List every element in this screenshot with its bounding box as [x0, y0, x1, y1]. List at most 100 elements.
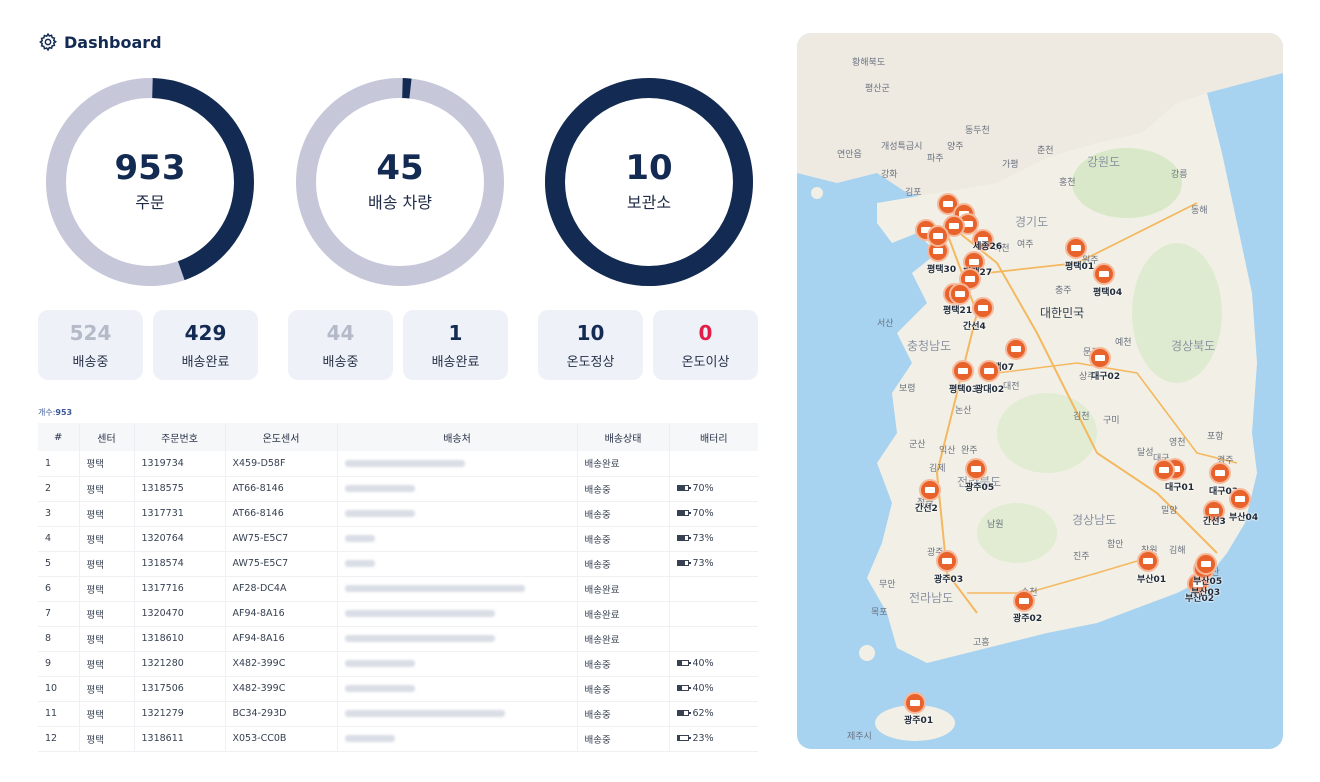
column-header-center[interactable]: 센터 — [78, 423, 134, 451]
column-header-destination[interactable]: 배송처 — [336, 423, 577, 451]
map-city-label: 김포 — [905, 188, 922, 198]
delivery-vehicle-marker[interactable] — [1089, 347, 1111, 369]
map-city-label: 논산 — [955, 406, 972, 416]
delivery-status-cell: 배송중 — [576, 526, 669, 552]
storage-count: 10 — [625, 148, 673, 189]
temp-normal-card[interactable]: 10 온도정상 — [538, 310, 643, 380]
delivery-vehicle-marker[interactable] — [1229, 488, 1251, 510]
vehicles-in-delivery-card[interactable]: 44 배송중 — [288, 310, 393, 380]
delivery-vehicle-marker[interactable] — [1013, 590, 1035, 612]
map-city-label: 강화 — [881, 170, 898, 180]
destination-cell — [336, 601, 577, 627]
temp-abnormal-card[interactable]: 0 온도이상 — [653, 310, 758, 380]
battery-percent: 70% — [692, 507, 714, 519]
delivery-status-cell: 배송중 — [576, 651, 669, 677]
delivery-vehicle-marker[interactable] — [1005, 338, 1027, 360]
delivery-vehicle-marker[interactable] — [904, 692, 926, 714]
delivery-status-cell: 배송중 — [576, 726, 669, 752]
column-header-status[interactable]: 배송상태 — [576, 423, 669, 451]
table-row[interactable]: 12 평택 1318611 X053-CC0B 배송중 23% — [38, 726, 758, 752]
map-city-label: 포항 — [1207, 432, 1224, 442]
battery-icon — [676, 510, 691, 517]
order-number-cell: 1318575 — [133, 476, 225, 502]
redacted-address — [344, 585, 525, 592]
delivery-vehicle-marker[interactable] — [1195, 553, 1217, 575]
redacted-address — [344, 710, 505, 717]
record-count: 개수:953 — [38, 407, 72, 418]
orders-in-delivery-card[interactable]: 524 배송중 — [38, 310, 143, 380]
delivery-vehicle-marker[interactable] — [1093, 263, 1115, 285]
table-row[interactable]: 1 평택 1319734 X459-D58F 배송완료 — [38, 451, 758, 477]
order-number-cell: 1317716 — [133, 576, 225, 602]
vehicles-delivered-card[interactable]: 1 배송완료 — [403, 310, 508, 380]
battery-indicator: 70% — [676, 507, 714, 519]
delivery-vehicle-marker[interactable] — [919, 479, 941, 501]
dashboard-header: Dashboard — [38, 32, 162, 52]
map-city-label: 예천 — [1115, 338, 1132, 348]
temperature-sensor-cell: AF94-8A16 — [224, 626, 337, 652]
table-row[interactable]: 6 평택 1317716 AF28-DC4A 배송완료 — [38, 576, 758, 602]
column-header-no[interactable]: # — [38, 423, 79, 451]
marker-label: 평택21 — [943, 306, 973, 316]
center-cell: 평택 — [78, 726, 134, 752]
table-row[interactable]: 7 평택 1320470 AF94-8A16 배송완료 — [38, 601, 758, 627]
delivery-vehicle-marker[interactable] — [1209, 462, 1231, 484]
orders-delivered-card[interactable]: 429 배송완료 — [153, 310, 258, 380]
order-number-cell: 1320764 — [133, 526, 225, 552]
map-city-label: 무안 — [879, 580, 896, 590]
vehicles-donut: 45 배송 차량 — [294, 76, 506, 288]
delivery-vehicle-marker[interactable] — [972, 297, 994, 319]
table-row[interactable]: 4 평택 1320764 AW75-E5C7 배송중 73% — [38, 526, 758, 552]
map-city-label: 동해 — [1191, 206, 1208, 216]
delivery-vehicle-marker[interactable] — [927, 225, 949, 247]
column-header-order[interactable]: 주문번호 — [133, 423, 225, 451]
delivery-status-cell: 배송중 — [576, 501, 669, 527]
temp-normal-label: 온도정상 — [566, 354, 615, 370]
map-city-label: 동두천 — [965, 126, 990, 136]
table-row[interactable]: 11 평택 1321279 BC34-293D 배송중 62% — [38, 701, 758, 727]
redacted-address — [344, 735, 395, 742]
table-row[interactable]: 8 평택 1318610 AF94-8A16 배송완료 — [38, 626, 758, 652]
table-row[interactable]: 9 평택 1321280 X482-399C 배송중 40% — [38, 651, 758, 677]
center-cell: 평택 — [78, 701, 134, 727]
battery-cell: 62% — [668, 701, 758, 727]
delivery-vehicle-marker[interactable] — [1137, 550, 1159, 572]
orders-label: 주문 — [135, 192, 165, 212]
battery-cell: 70% — [668, 476, 758, 502]
delivery-vehicle-marker[interactable] — [936, 550, 958, 572]
orders-delivered-label: 배송완료 — [181, 354, 230, 370]
table-row[interactable]: 10 평택 1317506 X482-399C 배송중 40% — [38, 676, 758, 702]
destination-cell — [336, 726, 577, 752]
redacted-address — [344, 610, 495, 617]
order-number-cell: 1317506 — [133, 676, 225, 702]
column-header-battery[interactable]: 배터리 — [668, 423, 758, 451]
destination-cell — [336, 576, 577, 602]
table-row[interactable]: 2 평택 1318575 AT66-8146 배송중 70% — [38, 476, 758, 502]
delivery-vehicle-marker[interactable] — [978, 360, 1000, 382]
battery-indicator: 40% — [676, 683, 714, 694]
delivery-vehicle-marker[interactable] — [949, 283, 971, 305]
map-city-label: 익산 — [939, 446, 956, 456]
battery-percent: 73% — [692, 557, 714, 569]
destination-cell — [336, 476, 577, 502]
marker-label: 간선3 — [1203, 517, 1226, 527]
table-row[interactable]: 5 평택 1318574 AW75-E5C7 배송중 73% — [38, 551, 758, 577]
delivery-map[interactable]: 황해북도 평산군 강원도 경기도 대한민국 충청남도 경상북도 경상남도 전라남… — [797, 33, 1283, 749]
delivery-vehicle-marker[interactable] — [965, 458, 987, 480]
marker-label: 간선2 — [915, 504, 938, 514]
delivery-vehicle-marker[interactable] — [1065, 237, 1087, 259]
gear-icon[interactable] — [38, 32, 58, 52]
map-city-label: 여주 — [1017, 240, 1034, 250]
map-city-label: 달성 — [1137, 448, 1154, 458]
vehicles-count: 45 — [376, 148, 424, 189]
delivery-status-cell: 배송완료 — [576, 451, 669, 477]
delivery-vehicle-marker[interactable] — [1153, 459, 1175, 481]
battery-percent: 73% — [692, 532, 714, 544]
marker-label: 광주03 — [934, 575, 964, 585]
redacted-address — [344, 560, 375, 567]
map-city-label: 춘천 — [1037, 146, 1054, 156]
table-row[interactable]: 3 평택 1317731 AT66-8146 배송중 70% — [38, 501, 758, 527]
delivery-vehicle-marker[interactable] — [952, 360, 974, 382]
center-cell: 평택 — [78, 601, 134, 627]
column-header-sensor[interactable]: 온도센서 — [224, 423, 337, 451]
